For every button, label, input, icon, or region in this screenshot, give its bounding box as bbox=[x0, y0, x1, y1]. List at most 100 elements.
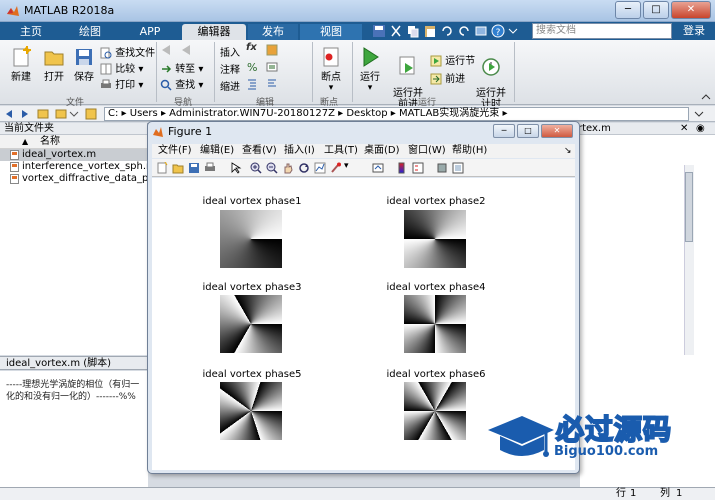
breakpoints-button[interactable]: 断点 ▾ bbox=[316, 46, 346, 93]
svg-text:%: % bbox=[247, 61, 257, 73]
colorbar-icon[interactable] bbox=[396, 162, 408, 174]
run-section-button[interactable]: 运行节 bbox=[430, 52, 475, 67]
run-section-icon bbox=[430, 55, 442, 67]
hide-plot-tools-icon[interactable] bbox=[436, 162, 448, 174]
run-time-button[interactable]: 运行并 计时 bbox=[474, 44, 508, 110]
cut-icon[interactable] bbox=[389, 24, 403, 38]
subplot-image[interactable] bbox=[404, 210, 466, 268]
percent-comment-icon[interactable]: % bbox=[246, 61, 258, 73]
path-segment[interactable]: MATLAB实现涡旋光束 bbox=[399, 108, 499, 119]
path-segment[interactable]: Users bbox=[130, 108, 158, 119]
scrollbar-thumb[interactable] bbox=[685, 172, 693, 242]
zoom-in-icon[interactable] bbox=[250, 162, 262, 174]
zoom-out-icon[interactable] bbox=[266, 162, 278, 174]
subplot-image[interactable] bbox=[404, 295, 466, 353]
brush-icon[interactable] bbox=[330, 162, 342, 174]
collapse-ribbon-icon[interactable] bbox=[701, 92, 711, 102]
subplot-image[interactable] bbox=[220, 295, 282, 353]
menu-tools[interactable]: 工具(T) bbox=[324, 144, 358, 158]
name-column-header[interactable]: ▲ 名称 bbox=[0, 135, 147, 149]
open-button[interactable]: 打开 bbox=[40, 46, 68, 83]
path-segment[interactable]: Desktop bbox=[346, 108, 387, 119]
menu-file[interactable]: 文件(F) bbox=[158, 144, 192, 158]
switch-windows-icon[interactable] bbox=[474, 24, 488, 38]
subplot-image[interactable] bbox=[404, 382, 466, 440]
cell-mode-icon[interactable] bbox=[266, 44, 278, 56]
save-ribbon-button[interactable]: 保存 bbox=[70, 46, 98, 83]
close-icon[interactable]: ✕ bbox=[680, 123, 688, 135]
wrap-comment-icon[interactable] bbox=[266, 61, 278, 73]
nav-buttons-icon[interactable] bbox=[4, 108, 100, 120]
sort-arrow-icon: ▲ bbox=[22, 137, 29, 146]
find-button[interactable]: 查找 ▾ bbox=[160, 76, 203, 91]
tab-view[interactable]: 视图 bbox=[300, 24, 362, 40]
print-button[interactable]: 打印 ▾ bbox=[100, 76, 143, 91]
compare-button[interactable]: 比较 ▾ bbox=[100, 60, 143, 75]
chevron-down-icon[interactable] bbox=[508, 24, 518, 38]
new-button[interactable]: 新建 bbox=[6, 46, 36, 83]
subplot-image[interactable] bbox=[220, 382, 282, 440]
undo-icon[interactable] bbox=[440, 24, 454, 38]
redo-icon[interactable] bbox=[457, 24, 471, 38]
figure-maximize-button[interactable]: □ bbox=[517, 124, 539, 138]
indent-button[interactable]: 缩进 bbox=[220, 78, 240, 93]
run-button[interactable]: 运行 ▾ bbox=[356, 46, 384, 93]
data-cursor-icon[interactable] bbox=[314, 162, 326, 174]
ribbon-divider bbox=[514, 42, 515, 102]
minimize-button[interactable]: ─ bbox=[615, 1, 641, 19]
pointer-icon[interactable] bbox=[230, 162, 242, 174]
printer-icon[interactable] bbox=[204, 162, 216, 174]
menu-insert[interactable]: 插入(I) bbox=[284, 144, 315, 158]
goto-button[interactable]: 转至 ▾ bbox=[160, 60, 203, 75]
legend-icon[interactable] bbox=[412, 162, 424, 174]
path-segment[interactable]: C: bbox=[108, 108, 118, 119]
advance-icon bbox=[430, 73, 442, 85]
details-header: ideal_vortex.m (脚本) bbox=[0, 356, 148, 370]
file-item[interactable]: vortex_diffractive_data_pl bbox=[0, 173, 151, 185]
link-plot-icon[interactable] bbox=[372, 162, 384, 174]
indent-lines-icon[interactable] bbox=[246, 78, 258, 90]
save-icon[interactable] bbox=[372, 24, 386, 38]
menu-edit[interactable]: 编辑(E) bbox=[200, 144, 234, 158]
insert-button[interactable]: 插入 bbox=[220, 44, 240, 59]
figure-close-button[interactable]: ✕ bbox=[541, 124, 573, 138]
tab-apps[interactable]: APP bbox=[122, 24, 178, 40]
maximize-button[interactable]: □ bbox=[643, 1, 669, 19]
subplot-image[interactable] bbox=[220, 210, 282, 268]
tab-publish[interactable]: 发布 bbox=[248, 24, 298, 40]
chevron-down-icon[interactable]: ▾ bbox=[344, 161, 349, 171]
find-files-button[interactable]: 查找文件 bbox=[100, 44, 155, 59]
menu-help[interactable]: 帮助(H) bbox=[452, 144, 487, 158]
close-button[interactable]: ✕ bbox=[671, 1, 711, 19]
copy-icon[interactable] bbox=[406, 24, 420, 38]
pan-hand-icon[interactable] bbox=[282, 162, 294, 174]
search-input[interactable]: 搜索文档 bbox=[532, 23, 672, 39]
menu-view[interactable]: 查看(V) bbox=[242, 144, 277, 158]
chevron-down-icon[interactable] bbox=[694, 109, 704, 119]
comment-button[interactable]: 注释 bbox=[220, 61, 240, 76]
status-bar: 行 1 列 1 bbox=[0, 487, 715, 500]
rotate-3d-icon[interactable] bbox=[298, 162, 310, 174]
dock-arrow-icon[interactable]: ↘ bbox=[564, 144, 572, 158]
menu-window[interactable]: 窗口(W) bbox=[408, 144, 446, 158]
smart-indent-icon[interactable] bbox=[266, 78, 278, 90]
tab-home[interactable]: 主页 bbox=[4, 24, 58, 40]
show-plot-tools-icon[interactable] bbox=[452, 162, 464, 174]
file-item[interactable]: ideal_vortex.m bbox=[0, 149, 147, 161]
figure-minimize-button[interactable]: ─ bbox=[493, 124, 515, 138]
tab-editor[interactable]: 编辑器 bbox=[182, 24, 246, 40]
path-segment[interactable]: Administrator.WIN7U-20180127Z bbox=[169, 108, 335, 119]
panel-menu-icon[interactable]: ◉ bbox=[696, 123, 705, 135]
tab-plots[interactable]: 绘图 bbox=[62, 24, 118, 40]
login-button[interactable]: 登录 bbox=[676, 22, 712, 40]
menu-desktop[interactable]: 桌面(D) bbox=[364, 144, 400, 158]
current-path[interactable]: C: ▸ Users ▸ Administrator.WIN7U-2018012… bbox=[104, 107, 689, 121]
insert-function-button[interactable]: fx bbox=[246, 42, 257, 53]
save-icon[interactable] bbox=[188, 162, 200, 174]
help-icon[interactable]: ? bbox=[491, 24, 505, 38]
file-item[interactable]: interference_vortex_sph.m bbox=[0, 161, 156, 173]
paste-icon[interactable] bbox=[423, 24, 437, 38]
advance-button[interactable]: 前进 bbox=[430, 70, 465, 85]
open-folder-icon[interactable] bbox=[172, 162, 184, 174]
new-figure-icon[interactable] bbox=[156, 162, 168, 174]
